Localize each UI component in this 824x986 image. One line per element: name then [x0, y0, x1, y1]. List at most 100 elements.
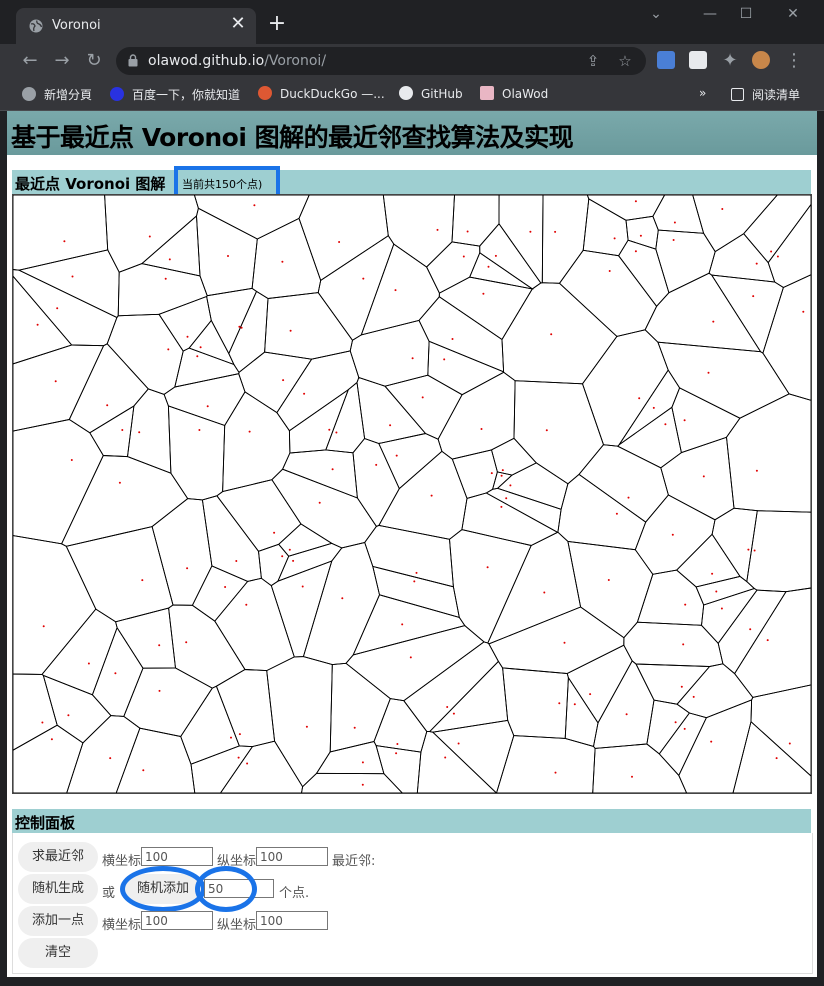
voronoi-cell: [123, 667, 213, 738]
x-coordinate-input[interactable]: [141, 847, 213, 866]
voronoi-site-point: [788, 742, 791, 745]
bookmark-star-icon[interactable]: ☆: [616, 52, 634, 70]
voronoi-site-point: [615, 512, 618, 515]
bookmarks-bar: 新增分頁 百度一下，你就知道 DuckDuckGo —... GitHub Ol…: [0, 78, 824, 111]
voronoi-diagram[interactable]: [12, 194, 812, 794]
voronoi-site-point: [755, 469, 758, 472]
voronoi-site-point: [303, 392, 306, 395]
minimize-icon[interactable]: —: [700, 6, 720, 22]
voronoi-site-point: [752, 295, 755, 298]
voronoi-cell: [625, 215, 659, 250]
voronoi-site-point: [443, 358, 446, 361]
voronoi-site-point: [436, 228, 439, 231]
voronoi-site-point: [755, 262, 758, 265]
bookmark-github[interactable]: GitHub: [399, 86, 463, 101]
add-x-input[interactable]: [141, 911, 213, 930]
voronoi-cell: [513, 380, 605, 485]
voronoi-site-point: [56, 307, 59, 310]
voronoi-site-point: [446, 706, 449, 708]
control-panel: 求最近邻 横坐标 纵坐标 最近邻: 随机生成 或 随机添加 个点. 添加一点 横…: [12, 833, 813, 974]
voronoi-site-point: [683, 419, 686, 422]
random-generate-button[interactable]: 随机生成: [18, 874, 98, 904]
y-coordinate-input[interactable]: [256, 847, 328, 866]
find-nearest-button[interactable]: 求最近邻: [18, 842, 98, 872]
voronoi-site-point: [680, 685, 683, 688]
voronoi-cell: [451, 449, 498, 499]
voronoi-site-point: [563, 641, 566, 644]
voronoi-site-point: [673, 221, 676, 224]
voronoi-site-point: [238, 733, 241, 736]
voronoi-site-point: [500, 474, 503, 477]
new-tab-button[interactable]: +: [266, 13, 288, 35]
voronoi-site-point: [235, 560, 238, 562]
voronoi-cell: [564, 676, 599, 747]
voronoi-site-point: [607, 579, 610, 581]
tab-search-icon[interactable]: ⌄: [646, 6, 666, 22]
voronoi-cell: [41, 608, 118, 696]
bookmark-duckduckgo[interactable]: DuckDuckGo —...: [258, 86, 385, 101]
address-bar[interactable]: olawod.github.io/Voronoi/ ⇪ ☆: [116, 47, 646, 75]
voronoi-site-point: [238, 325, 241, 328]
close-window-icon[interactable]: ✕: [783, 6, 803, 22]
voronoi-site-point: [554, 771, 557, 774]
add-y-input[interactable]: [256, 911, 328, 930]
voronoi-cell: [12, 274, 73, 365]
maximize-icon[interactable]: ☐: [736, 6, 756, 22]
translate-extension-icon[interactable]: [657, 51, 675, 69]
voronoi-cell: [68, 343, 149, 434]
voronoi-site-point: [41, 721, 44, 724]
voronoi-site-point: [186, 335, 189, 338]
voronoi-site-point: [749, 628, 752, 631]
voronoi-cell: [695, 575, 756, 606]
more-bookmarks-icon[interactable]: »: [699, 86, 706, 100]
voronoi-cell: [12, 194, 109, 271]
profile-avatar[interactable]: [752, 51, 770, 69]
voronoi-canvas[interactable]: [12, 194, 812, 794]
reload-icon[interactable]: ↻: [83, 50, 105, 72]
bookmark-baidu[interactable]: 百度一下，你就知道: [110, 86, 240, 103]
back-icon[interactable]: ←: [19, 50, 41, 72]
voronoi-site-point: [338, 241, 341, 243]
bookmark-new-tab[interactable]: 新增分頁: [22, 86, 92, 103]
close-tab-icon[interactable]: ✕: [228, 14, 248, 34]
voronoi-site-point: [168, 258, 171, 261]
voronoi-site-point: [395, 454, 398, 457]
voronoi-cell: [89, 405, 135, 458]
voronoi-cell: [692, 194, 779, 253]
voronoi-site-point: [246, 762, 249, 765]
forward-icon[interactable]: →: [51, 50, 73, 72]
voronoi-site-point: [67, 714, 70, 717]
voronoi-cell: [485, 487, 562, 533]
bookmark-olawod[interactable]: OlaWod: [480, 86, 548, 101]
voronoi-cell: [329, 662, 391, 753]
duckduckgo-icon: [258, 86, 272, 100]
voronoi-cell: [726, 393, 812, 513]
share-icon[interactable]: ⇪: [584, 52, 602, 70]
voronoi-site-point: [36, 323, 39, 326]
voronoi-site-point: [158, 689, 161, 692]
voronoi-cell: [418, 296, 505, 373]
voronoi-cell: [216, 479, 302, 552]
voronoi-site-point: [684, 603, 687, 606]
voronoi-cell: [403, 641, 499, 733]
voronoi-site-point: [253, 204, 256, 207]
voronoi-site-point: [747, 548, 750, 551]
voronoi-cell: [140, 215, 201, 277]
voronoi-site-point: [198, 429, 201, 431]
reading-list[interactable]: 阅读清单: [731, 86, 800, 103]
reader-extension-icon[interactable]: [689, 51, 707, 69]
globe-icon: [22, 87, 36, 101]
voronoi-site-point: [148, 235, 151, 238]
clear-button[interactable]: 清空: [18, 938, 98, 968]
extensions-puzzle-icon[interactable]: ✦: [719, 50, 741, 72]
voronoi-cell: [558, 249, 658, 337]
add-point-button[interactable]: 添加一点: [18, 906, 98, 936]
browser-menu-icon[interactable]: ⋮: [783, 50, 805, 72]
lock-icon: [128, 54, 138, 67]
voronoi-cell: [264, 292, 353, 360]
voronoi-cell: [743, 194, 812, 264]
voronoi-site-point: [672, 239, 675, 241]
voronoi-cell: [352, 437, 400, 527]
browser-tab[interactable]: Voronoi ✕: [16, 8, 256, 44]
voronoi-cell: [360, 243, 440, 336]
